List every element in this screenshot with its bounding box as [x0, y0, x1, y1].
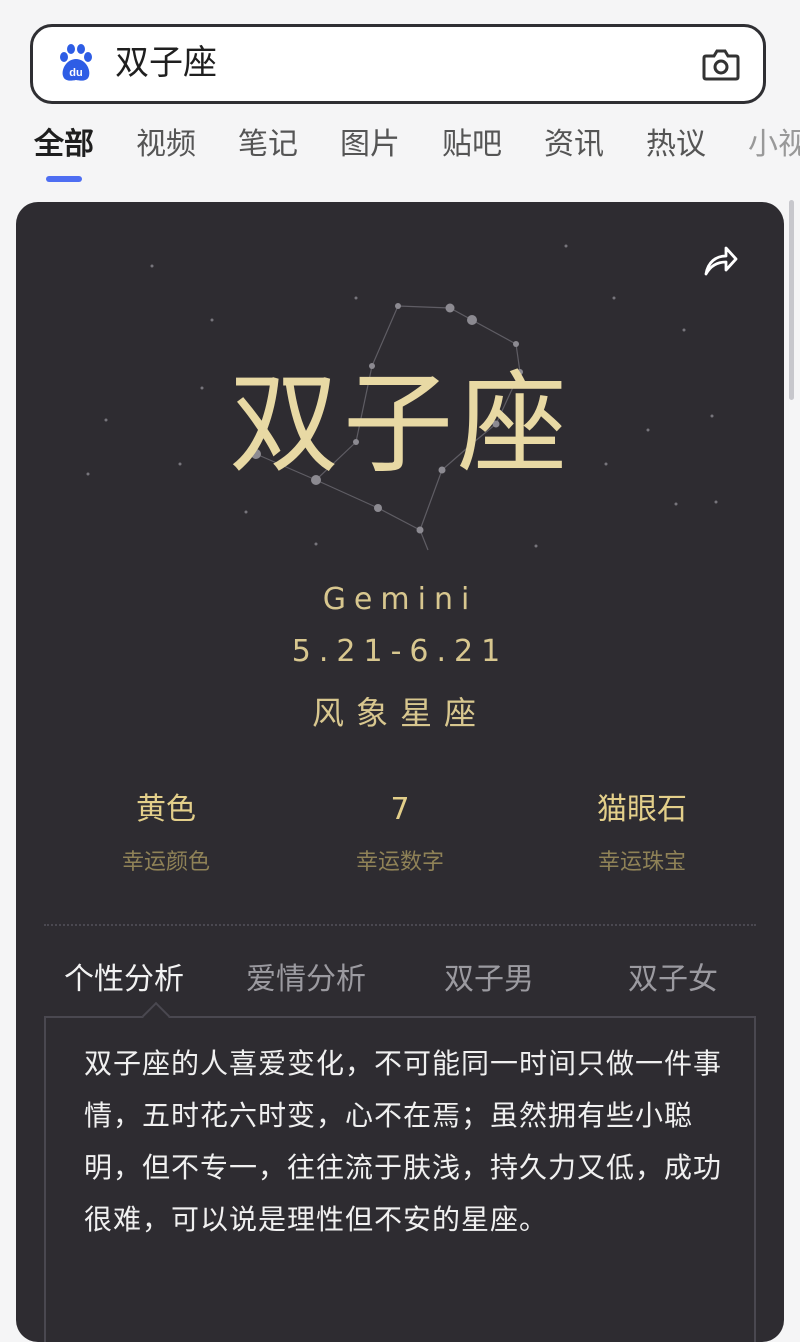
- analysis-panel: 双子座的人喜爱变化，不可能同一时间只做一件事情，五时花六时变，心不在焉；虽然拥有…: [44, 1001, 756, 1342]
- subtab-gemini-male[interactable]: 双子男: [444, 954, 534, 998]
- zodiac-element: 风象星座: [311, 694, 488, 732]
- tab-video[interactable]: 视频: [136, 122, 196, 168]
- subtab-love[interactable]: 爱情分析: [246, 954, 366, 998]
- subtab-personality[interactable]: 个性分析: [64, 954, 184, 998]
- tab-discussion[interactable]: 热议: [646, 122, 706, 168]
- lucky-number-value: 7: [390, 792, 410, 827]
- search-tabs: 全部 视频 笔记 图片 贴吧 资讯 热议 小视: [0, 122, 800, 182]
- tab-images[interactable]: 图片: [340, 122, 400, 168]
- active-tab-indicator: [46, 176, 82, 182]
- search-input[interactable]: 双子座: [115, 41, 217, 85]
- search-bar[interactable]: du 双子座: [30, 24, 766, 104]
- lucky-number: 7 幸运数字: [300, 790, 500, 876]
- lucky-jewel-value: 猫眼石: [597, 792, 687, 827]
- camera-icon[interactable]: [701, 47, 741, 83]
- lucky-number-label: 幸运数字: [355, 850, 444, 875]
- lucky-jewel: 猫眼石 幸运珠宝: [542, 790, 742, 876]
- baidu-paw-icon: du: [60, 44, 92, 81]
- share-icon[interactable]: [700, 240, 740, 280]
- zodiac-date-range: 5.21-6.21: [291, 634, 509, 669]
- tab-notes[interactable]: 笔记: [238, 122, 298, 168]
- zodiac-card: 双子座 Gemini 5.21-6.21 风象星座 黄色 幸运颜色 7 幸运数字…: [16, 202, 784, 1342]
- lucky-color-value: 黄色: [136, 792, 196, 827]
- tab-short-video[interactable]: 小视: [748, 122, 800, 168]
- lucky-color: 黄色 幸运颜色: [66, 790, 266, 876]
- lucky-jewel-label: 幸运珠宝: [597, 850, 686, 875]
- tab-news[interactable]: 资讯: [544, 122, 604, 168]
- tab-tieba[interactable]: 贴吧: [442, 122, 502, 168]
- lucky-color-label: 幸运颜色: [121, 850, 210, 875]
- tab-all[interactable]: 全部: [34, 122, 94, 168]
- zodiac-english-name: Gemini: [322, 582, 478, 617]
- divider: [44, 924, 756, 926]
- tab-pointer: [141, 1001, 171, 1031]
- zodiac-title: 双子座: [229, 360, 571, 488]
- scrollbar[interactable]: [789, 200, 794, 400]
- svg-text:du: du: [69, 67, 82, 79]
- subtab-gemini-female[interactable]: 双子女: [628, 954, 718, 998]
- personality-description: 双子座的人喜爱变化，不可能同一时间只做一件事情，五时花六时变，心不在焉；虽然拥有…: [84, 1047, 723, 1236]
